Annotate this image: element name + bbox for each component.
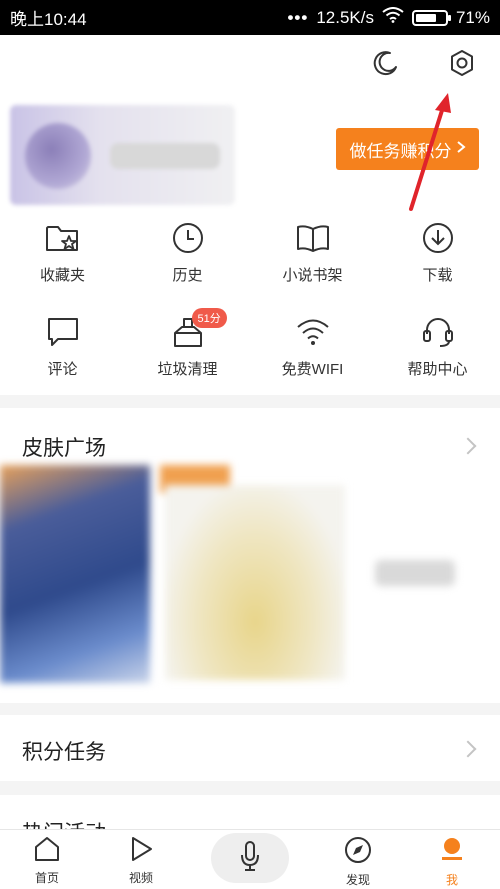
download-icon xyxy=(418,218,458,258)
tab-label: 视频 xyxy=(128,871,153,885)
tab-label: 发现 xyxy=(345,873,370,887)
tab-home[interactable]: 首页 xyxy=(17,836,77,886)
tab-label: 首页 xyxy=(34,871,59,885)
voice-search-button[interactable] xyxy=(211,833,289,883)
status-bar: 晚上10:44 ••• 12.5K/s 71% xyxy=(0,0,500,35)
tab-label: 我 xyxy=(445,873,458,887)
play-icon xyxy=(127,836,155,867)
shortcut-comments[interactable]: 评论 xyxy=(0,312,125,379)
shortcut-help-center[interactable]: 帮助中心 xyxy=(375,312,500,379)
avatar[interactable] xyxy=(25,123,91,189)
shortcut-label: 历史 xyxy=(172,267,203,284)
compass-icon xyxy=(344,836,372,869)
section-title[interactable]: 皮肤广场 xyxy=(22,432,106,462)
section-title: 积分任务 xyxy=(22,741,106,764)
clock-icon xyxy=(168,218,208,258)
network-speed: 12.5K/s xyxy=(316,7,374,27)
task-button-label: 做任务赚积分 xyxy=(349,141,452,161)
shortcut-row-2: 评论 51分 垃圾清理 免费WIFI 帮助中心 xyxy=(0,308,500,379)
skin-square-section: 皮肤广场 xyxy=(0,408,500,703)
status-time: 晚上10:44 xyxy=(10,10,87,29)
wifi-icon xyxy=(293,312,333,352)
settings-gear-icon[interactable] xyxy=(446,47,478,79)
tab-discover[interactable]: 发现 xyxy=(328,836,388,888)
chevron-right-icon xyxy=(459,740,477,758)
points-badge: 51分 xyxy=(191,308,227,328)
comment-icon xyxy=(43,312,83,352)
shortcut-label: 帮助中心 xyxy=(407,361,468,378)
folder-star-icon xyxy=(43,218,83,258)
points-tasks-row[interactable]: 积分任务 xyxy=(0,715,500,781)
shortcut-favorites[interactable]: 收藏夹 xyxy=(0,218,125,285)
wifi-signal-icon xyxy=(382,7,404,28)
book-icon xyxy=(293,218,333,258)
username-blurred xyxy=(110,143,220,169)
shortcut-label: 下载 xyxy=(422,267,453,284)
microphone-icon xyxy=(239,840,261,877)
battery-percent: 71% xyxy=(455,7,490,27)
shortcut-label: 垃圾清理 xyxy=(157,361,218,378)
shortcut-cleanup[interactable]: 51分 垃圾清理 xyxy=(125,308,250,379)
top-toolbar xyxy=(370,47,478,79)
shortcut-label: 小说书架 xyxy=(282,267,343,284)
shortcut-label: 收藏夹 xyxy=(39,267,85,284)
shortcut-bookshelf[interactable]: 小说书架 xyxy=(250,218,375,285)
earn-points-task-button[interactable]: 做任务赚积分 xyxy=(336,128,479,170)
me-icon xyxy=(438,836,466,869)
tab-video[interactable]: 视频 xyxy=(111,836,171,886)
chevron-right-icon[interactable] xyxy=(459,437,477,455)
tab-me[interactable]: 我 xyxy=(422,836,482,888)
shortcut-download[interactable]: 下载 xyxy=(375,218,500,285)
brush-icon: 51分 xyxy=(168,308,227,352)
shortcut-free-wifi[interactable]: 免费WIFI xyxy=(250,312,375,379)
headset-icon xyxy=(418,312,458,352)
skin-preview-blurred[interactable] xyxy=(0,465,500,703)
shortcut-label: 评论 xyxy=(47,361,78,378)
shortcut-row-1: 收藏夹 历史 小说书架 下载 xyxy=(0,218,500,285)
night-mode-moon-icon[interactable] xyxy=(370,47,402,79)
shortcut-label: 免费WIFI xyxy=(281,361,344,378)
bottom-tab-bar: 首页 视频 发现 我 xyxy=(0,829,500,889)
user-profile-blurred[interactable] xyxy=(10,105,235,205)
battery-icon xyxy=(411,9,451,26)
chevron-right-icon xyxy=(456,139,466,159)
shortcut-history[interactable]: 历史 xyxy=(125,218,250,285)
notification-dots-icon: ••• xyxy=(287,7,309,27)
home-icon xyxy=(33,836,61,867)
